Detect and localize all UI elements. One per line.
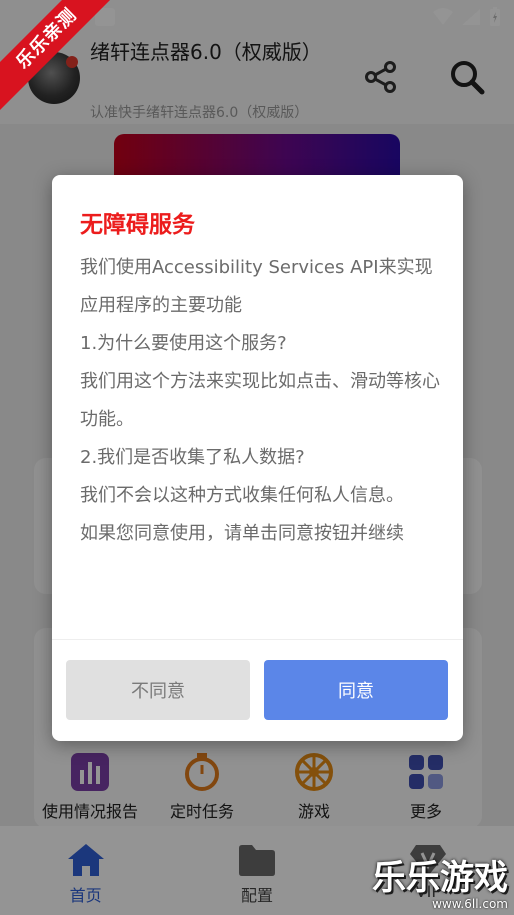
corner-ribbon: 乐乐亲测: [0, 0, 140, 140]
dialog-paragraph: 我们用这个方法来实现比如点击、滑动等核心功能。: [80, 371, 440, 430]
agree-button[interactable]: 同意: [264, 660, 448, 720]
disagree-button[interactable]: 不同意: [66, 660, 250, 720]
dialog-paragraph: 2.我们是否收集了私人数据?: [80, 447, 305, 468]
dialog-divider: [52, 639, 463, 640]
dialog-paragraph: 如果您同意使用，请单击同意按钮并继续: [80, 523, 404, 544]
site-watermark: 乐乐游戏 www.6ll.com: [372, 859, 508, 911]
accessibility-dialog: 无障碍服务 我们使用Accessibility Services API来实现应…: [52, 175, 463, 741]
dialog-paragraph: 我们使用Accessibility Services API来实现应用程序的主要…: [80, 257, 433, 316]
ribbon-text: 乐乐亲测: [0, 0, 120, 112]
dialog-paragraph: 1.为什么要使用这个服务?: [80, 333, 287, 354]
watermark-url: www.6ll.com: [432, 897, 508, 911]
dialog-body: 我们使用Accessibility Services API来实现应用程序的主要…: [80, 249, 440, 553]
dialog-paragraph: 我们不会以这种方式收集任何私人信息。: [80, 485, 404, 506]
watermark-brand: 乐乐游戏: [372, 858, 508, 898]
dialog-title: 无障碍服务: [80, 212, 195, 238]
